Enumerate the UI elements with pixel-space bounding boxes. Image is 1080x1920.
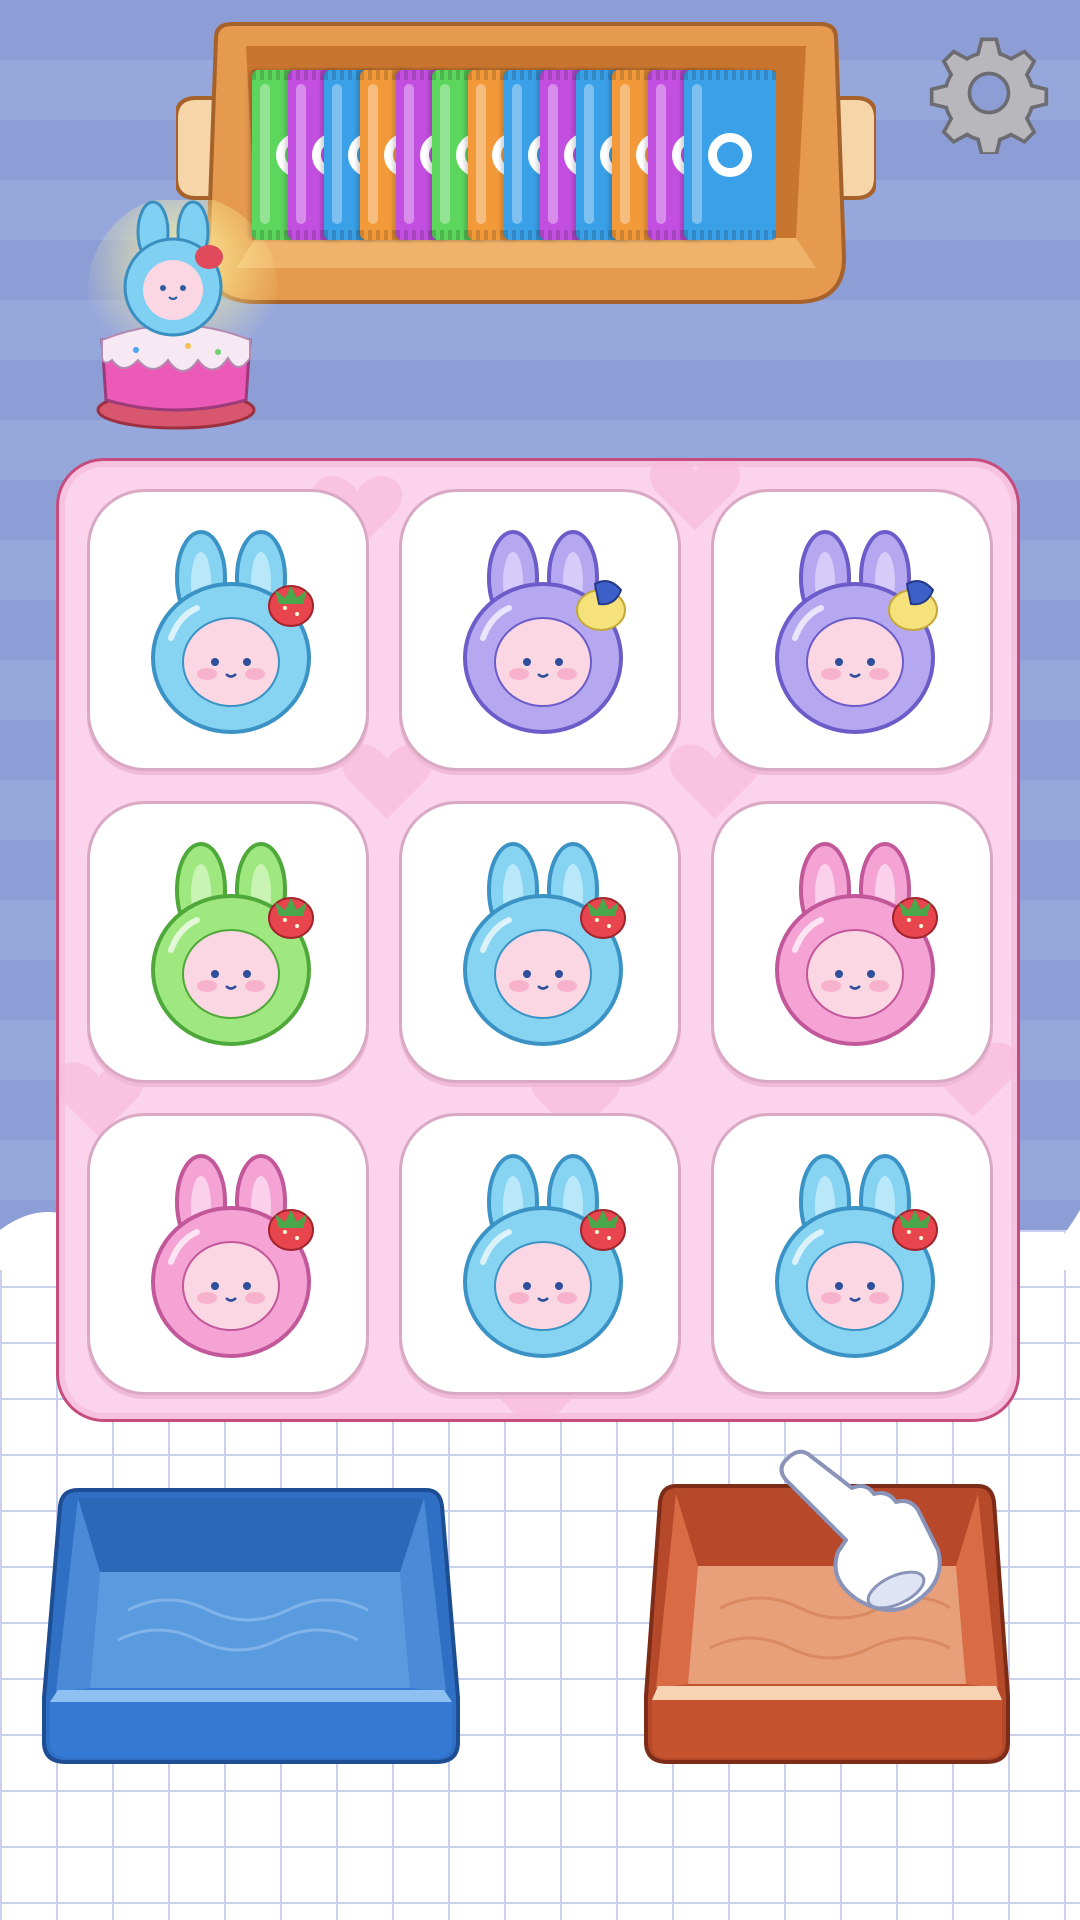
packet-shine [296,84,306,224]
packet-shine [692,84,702,224]
packet-shine [512,84,522,224]
bunny-blue-icon [775,1154,938,1358]
bunny-green-icon [151,842,314,1046]
packet-shine [368,84,378,224]
packet-shine [620,84,630,224]
packet-logo-icon [708,133,752,177]
packet-stack [252,70,812,250]
bunny-cake-icon [88,200,278,430]
snack-packet[interactable] [684,70,776,240]
settings-button[interactable] [928,32,1050,156]
bunny-pink-icon [775,842,938,1046]
packet-shine [260,84,270,224]
bunny-purple-icon [775,530,938,734]
board-tile[interactable] [711,801,993,1083]
board-tile[interactable] [87,801,369,1083]
bunny-pink-icon [151,1154,314,1358]
bunny-blue-icon [463,1154,626,1358]
packet-shine [656,84,666,224]
board-tile[interactable] [711,1113,993,1395]
bunny-blue-icon [151,530,314,734]
packet-shine [440,84,450,224]
packet-shine [584,84,594,224]
packet-shine [548,84,558,224]
bunny-blue-icon [463,842,626,1046]
gear-icon [929,37,1049,156]
board-tile[interactable] [399,1113,681,1395]
play-board [56,458,1020,1422]
board-tile[interactable] [399,489,681,771]
bunny-purple-icon [463,530,626,734]
board-tile[interactable] [87,1113,369,1395]
pointing-hand-icon [779,1449,942,1612]
board-tile[interactable] [711,489,993,771]
packet-shine [332,84,342,224]
board-tile[interactable] [399,801,681,1083]
packet-shine [476,84,486,224]
board-tile[interactable] [87,489,369,771]
blue-box[interactable] [38,1480,464,1780]
packet-shine [404,84,414,224]
